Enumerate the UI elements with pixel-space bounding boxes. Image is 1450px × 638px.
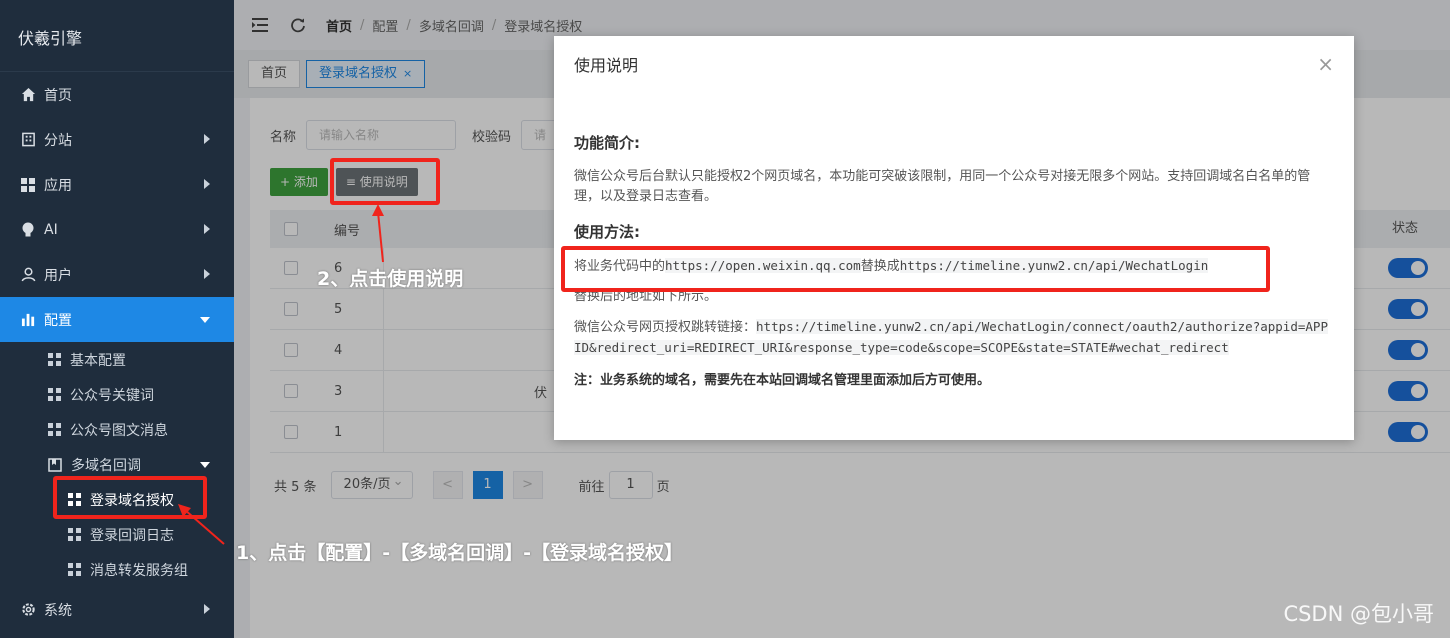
apps-icon — [20, 177, 36, 193]
sidebar-item-label: 公众号图文消息 — [70, 422, 168, 439]
annotation-box-replace — [561, 246, 1270, 292]
bulb-icon — [20, 222, 36, 238]
modal-note: 注：业务系统的域名，需要先在本站回调域名管理里面添加后方可使用。 — [574, 373, 991, 388]
sidebar-item-label: 分站 — [44, 132, 72, 149]
annotation-box-help — [330, 158, 440, 205]
gear-icon — [20, 602, 36, 618]
sidebar-item-label: 应用 — [44, 177, 72, 194]
watermark: CSDN @包小哥 — [1283, 602, 1434, 626]
sidebar-item-basic-config[interactable]: 基本配置 — [0, 342, 234, 377]
intro-text: 微信公众号后台默认只能授权2个网页域名，本功能可突破该限制，用同一个公众号对接无… — [574, 169, 1311, 204]
method-heading: 使用方法: — [574, 223, 640, 241]
chevron-right-icon — [204, 224, 210, 234]
sidebar-item-label: 用户 — [44, 267, 72, 284]
sidebar-item-articles[interactable]: 公众号图文消息 — [0, 412, 234, 447]
chevron-right-icon — [204, 134, 210, 144]
grid-icon — [48, 423, 61, 436]
sidebar-item-ai[interactable]: AI — [0, 207, 234, 252]
user-icon — [20, 267, 36, 283]
sidebar-item-label: 公众号关键词 — [70, 387, 154, 404]
chevron-down-icon — [200, 317, 210, 323]
sidebar-item-users[interactable]: 用户 — [0, 252, 234, 297]
sidebar-item-substation[interactable]: 分站 — [0, 117, 234, 162]
brand-title: 伏羲引擎 — [0, 0, 234, 72]
sidebar-item-label: 消息转发服务组 — [90, 562, 188, 579]
close-icon[interactable]: × — [1317, 54, 1334, 74]
sidebar-item-label: 首页 — [44, 87, 72, 104]
sidebar-item-label: 基本配置 — [70, 352, 126, 369]
grid-icon — [68, 528, 81, 541]
grid-icon — [68, 563, 81, 576]
modal-title: 使用说明 — [574, 56, 639, 75]
bookmark-icon — [48, 457, 62, 472]
annotation-step2: 2、点击使用说明 — [317, 268, 464, 290]
home-icon — [20, 87, 36, 103]
sidebar-item-system[interactable]: 系统 — [0, 587, 234, 632]
sidebar-item-label: AI — [44, 221, 58, 238]
grid-icon — [48, 388, 61, 401]
sidebar-item-keywords[interactable]: 公众号关键词 — [0, 377, 234, 412]
chevron-right-icon — [204, 604, 210, 614]
auth-link-text: 微信公众号网页授权跳转链接：https://timeline.yunw2.cn/… — [574, 319, 1328, 355]
sidebar-item-label: 登录回调日志 — [90, 527, 174, 544]
chevron-down-icon — [200, 462, 210, 468]
chart-icon — [20, 312, 36, 328]
help-modal: 使用说明 × 功能简介: 微信公众号后台默认只能授权2个网页域名，本功能可突破该… — [554, 36, 1354, 440]
sidebar-item-label: 多域名回调 — [71, 457, 141, 474]
sidebar-item-apps[interactable]: 应用 — [0, 162, 234, 207]
sidebar-item-forward-group[interactable]: 消息转发服务组 — [0, 552, 234, 587]
sidebar-item-label: 配置 — [44, 312, 72, 329]
grid-icon — [48, 353, 61, 366]
sidebar-item-config[interactable]: 配置 — [0, 297, 234, 342]
annotation-step1: 1、点击【配置】-【多域名回调】-【登录域名授权】 — [236, 542, 683, 564]
sidebar-item-login-log[interactable]: 登录回调日志 — [0, 517, 234, 552]
sidebar-item-home[interactable]: 首页 — [0, 72, 234, 117]
annotation-box-menu — [53, 476, 207, 519]
building-icon — [20, 132, 36, 148]
sidebar: 伏羲引擎 首页 分站 应用 AI 用户 配置 基本配置 公众号关键词 公众号图文… — [0, 0, 234, 638]
intro-heading: 功能简介: — [574, 134, 640, 152]
sidebar-item-label: 系统 — [44, 602, 72, 619]
chevron-right-icon — [204, 269, 210, 279]
chevron-right-icon — [204, 179, 210, 189]
